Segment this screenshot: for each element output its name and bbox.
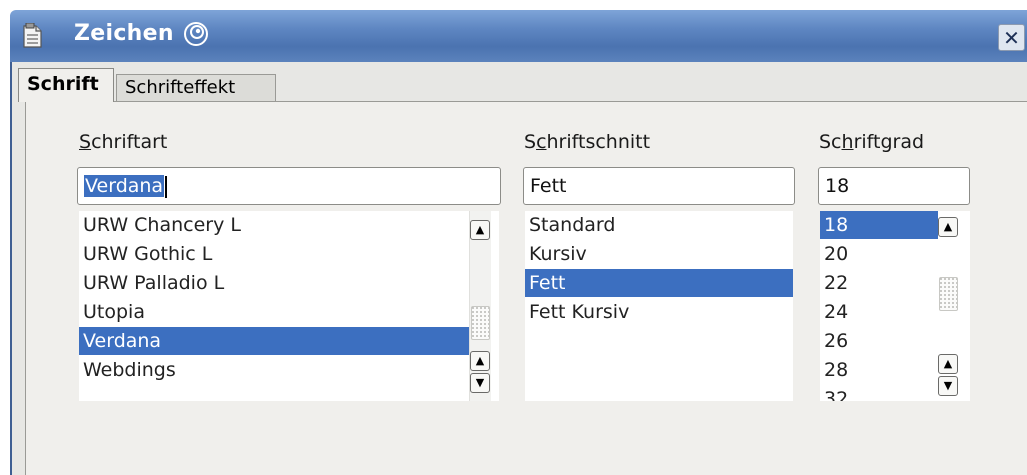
font-style-input[interactable]: Fett [523, 167, 795, 205]
spiral-icon [184, 22, 208, 46]
font-style-list[interactable]: Standard Kursiv Fett Fett Kursiv [525, 211, 793, 401]
font-size-input[interactable]: 18 [818, 167, 970, 205]
list-item-selected[interactable]: Verdana [79, 327, 469, 355]
font-family-scrollbar[interactable]: ▲ ▲ ▼ [469, 211, 491, 401]
document-icon [23, 23, 42, 48]
list-item[interactable]: Utopia [79, 298, 469, 326]
scroll-down-button[interactable]: ▼ [938, 376, 958, 396]
scroll-thumb[interactable] [471, 306, 490, 340]
list-item[interactable]: URW Chancery L [79, 211, 469, 239]
font-family-input-value: Verdana [84, 175, 165, 197]
list-item-selected[interactable]: 18 [820, 211, 938, 239]
scroll-down-button[interactable]: ▼ [470, 373, 490, 393]
font-family-label: Schriftart [79, 131, 168, 153]
font-size-list[interactable]: 18 20 22 24 26 28 32 ▲ ▲ ▼ [820, 211, 970, 401]
list-item[interactable]: Standard [525, 211, 793, 239]
title-bar[interactable]: Zeichen ✕ [10, 10, 1027, 62]
font-family-list[interactable]: URW Chancery L URW Gothic L URW Palladio… [79, 211, 499, 401]
font-size-input-value: 18 [825, 175, 850, 197]
text-caret [165, 175, 168, 198]
scroll-up-button[interactable]: ▲ [938, 217, 958, 237]
font-style-input-value: Fett [530, 175, 567, 197]
scroll-thumb[interactable] [939, 277, 958, 311]
list-item[interactable]: 28 [820, 356, 938, 384]
font-size-scrollbar[interactable]: ▲ ▲ ▼ [938, 211, 960, 401]
list-item[interactable]: 32 [820, 385, 938, 401]
close-button[interactable]: ✕ [998, 24, 1025, 51]
scroll-up-button[interactable]: ▲ [938, 354, 958, 374]
font-size-label: Schriftgrad [819, 131, 925, 153]
list-item-selected[interactable]: Fett [525, 269, 793, 297]
scroll-up-button[interactable]: ▲ [470, 351, 490, 371]
window-title: Zeichen [74, 21, 174, 46]
font-family-input[interactable]: Verdana [77, 167, 501, 205]
list-item[interactable]: 24 [820, 298, 938, 326]
tab-schrifteffekt[interactable]: Schrifteffekt [116, 74, 276, 102]
list-item[interactable]: 22 [820, 269, 938, 297]
list-item[interactable]: Webdings [79, 356, 469, 384]
list-item[interactable]: 26 [820, 327, 938, 355]
list-item[interactable]: URW Gothic L [79, 240, 469, 268]
list-item[interactable]: 20 [820, 240, 938, 268]
list-item[interactable]: Kursiv [525, 240, 793, 268]
list-item[interactable]: Fett Kursiv [525, 298, 793, 326]
font-style-label: Schriftschnitt [524, 131, 651, 153]
tab-schrift[interactable]: Schrift [18, 68, 114, 102]
list-item[interactable]: URW Palladio L [79, 269, 469, 297]
scroll-up-button[interactable]: ▲ [470, 220, 490, 240]
